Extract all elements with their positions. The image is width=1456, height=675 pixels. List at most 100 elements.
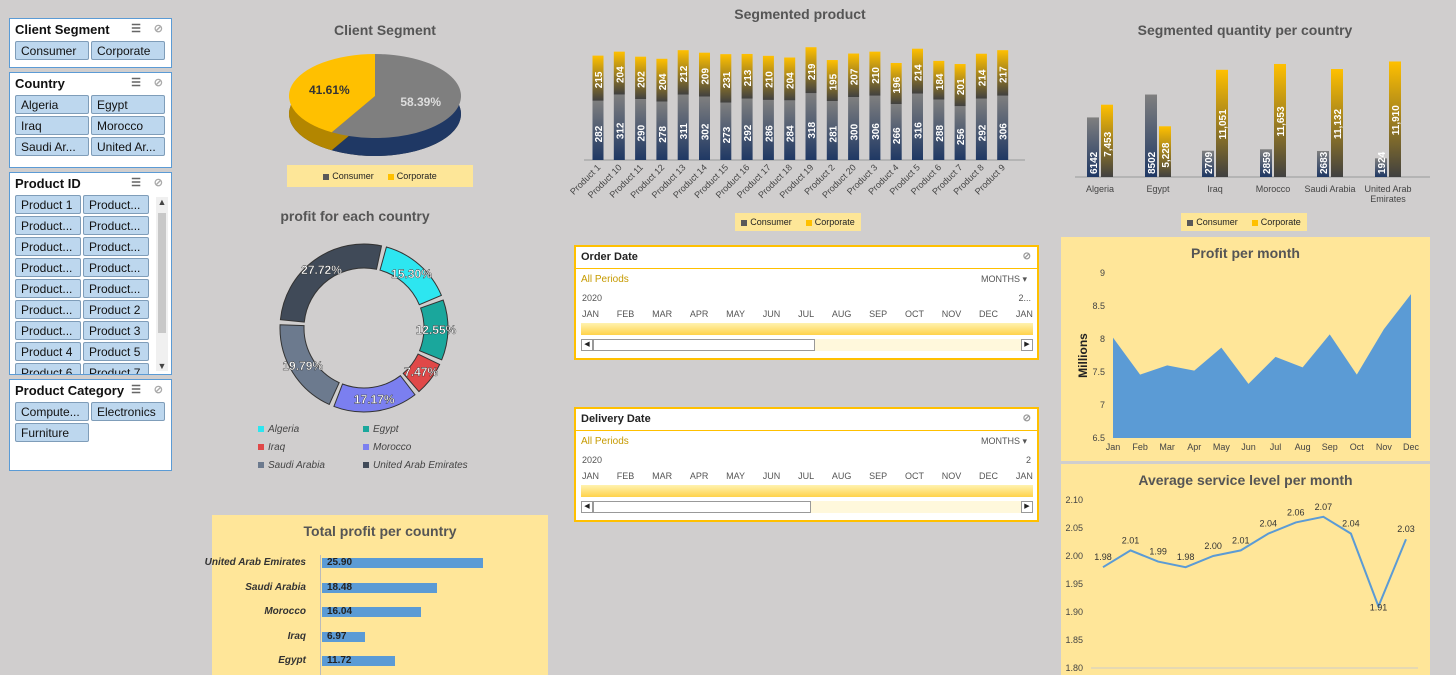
multi-select-icon[interactable]: ☰	[131, 22, 141, 35]
x-tick-label: Egypt	[1146, 184, 1170, 194]
timeline-level-dropdown[interactable]: MONTHS ▾	[981, 274, 1027, 285]
data-label: 292	[743, 124, 754, 141]
y-tick-label: Morocco	[264, 606, 306, 617]
month-label: MAY	[726, 471, 746, 481]
legend-item-consumer: Consumer	[741, 217, 792, 227]
legend-label: Consumer	[750, 217, 792, 227]
data-label: 1.99	[1149, 547, 1167, 557]
clear-filter-icon[interactable]: ⊘	[1023, 413, 1031, 424]
slicer-item[interactable]: Product 4	[15, 342, 81, 361]
scroll-left-icon[interactable]: ◀	[581, 339, 593, 351]
legend: Consumer Corporate	[1181, 213, 1307, 231]
slicer-item[interactable]: Product 1	[15, 195, 81, 214]
slicer-item[interactable]: Product...	[15, 237, 81, 256]
slicer-item[interactable]: Product...	[15, 216, 81, 235]
slicer-item[interactable]: Corporate	[91, 41, 165, 60]
slicer-item[interactable]: United Ar...	[91, 137, 165, 156]
data-label: 306	[999, 123, 1010, 140]
slicer-item[interactable]: Morocco	[91, 116, 165, 135]
slicer-item[interactable]: Product...	[83, 195, 149, 214]
scrollbar-thumb[interactable]	[593, 501, 811, 513]
slicer-item[interactable]: Saudi Ar...	[15, 137, 89, 156]
slicer-item[interactable]: Furniture	[15, 423, 89, 442]
data-label: 12.55%	[416, 323, 457, 337]
slicer-item[interactable]: Product 6	[15, 363, 81, 374]
data-label: 2.01	[1122, 535, 1140, 545]
timeline-year: 2020	[582, 293, 603, 303]
slicer-item[interactable]: Electronics	[91, 402, 165, 421]
scroll-down-icon[interactable]: ▼	[156, 361, 168, 371]
data-label: 16.04	[327, 606, 353, 617]
x-tick-label: Saudi Arabia	[1304, 184, 1355, 194]
slicer-item[interactable]: Compute...	[15, 402, 89, 421]
data-label: 2859	[1262, 151, 1273, 174]
scroll-left-icon[interactable]: ◀	[581, 501, 593, 513]
scrollbar-thumb[interactable]	[593, 339, 815, 351]
clear-filter-icon[interactable]: ⊘	[154, 176, 163, 189]
timeline-selection-bar[interactable]	[581, 485, 1033, 497]
scroll-right-icon[interactable]: ▶	[1021, 339, 1033, 351]
chart-title: Segmented product	[734, 6, 866, 22]
legend-label: Morocco	[373, 442, 412, 453]
segmented-product-chart: 282215Product 1312204Product 10290202Pro…	[570, 47, 1025, 200]
slicer-item[interactable]: Product 3	[83, 321, 149, 340]
slicer-item[interactable]: Egypt	[91, 95, 165, 114]
timeline-title: Order Date	[581, 251, 638, 263]
legend: Consumer Corporate	[287, 165, 473, 187]
y-tick-label: 7.5	[1092, 367, 1105, 377]
slicer-scrollbar[interactable]: ▲ ▼	[156, 197, 168, 371]
slicer-item[interactable]: Iraq	[15, 116, 89, 135]
scroll-right-icon[interactable]: ▶	[1021, 501, 1033, 513]
slicer-item[interactable]: Product...	[83, 237, 149, 256]
dashboard: Client Segment ☰ ⊘ Consumer Corporate Coun…	[0, 0, 1456, 675]
timeline-selection-bar[interactable]	[581, 323, 1033, 335]
slicer-item[interactable]: Consumer	[15, 41, 89, 60]
x-tick-label: Jun	[1241, 442, 1256, 452]
clear-filter-icon[interactable]: ⊘	[1023, 251, 1031, 262]
slicer-item[interactable]: Product...	[15, 300, 81, 319]
slicer-items: Algeria Egypt Iraq Morocco Saudi Ar... U…	[10, 94, 171, 159]
y-tick-label: Egypt	[278, 655, 306, 666]
data-label: 7.47%	[404, 365, 438, 379]
timeline-level-dropdown[interactable]: MONTHS ▾	[981, 436, 1027, 447]
slicer-header: Client Segment ☰ ⊘	[10, 19, 171, 40]
timeline-level-value: MONTHS	[980, 274, 1020, 284]
y-tick-label: 8.5	[1092, 301, 1105, 311]
data-label: 256	[956, 128, 967, 145]
clear-filter-icon[interactable]: ⊘	[154, 76, 163, 89]
multi-select-icon[interactable]: ☰	[131, 176, 141, 189]
slicer-item[interactable]: Product 5	[83, 342, 149, 361]
slicer-item[interactable]: Product...	[83, 258, 149, 277]
bar-row: Iraq 6.97	[212, 629, 542, 645]
scroll-up-icon[interactable]: ▲	[156, 197, 168, 207]
service-level-line-chart: 1.80 1.85 1.90 1.95 2.00 2.05 2.10 1.98 2.01 1.99…	[1065, 495, 1418, 673]
month-label: MAR	[652, 471, 673, 481]
data-label: 1.91	[1370, 602, 1388, 612]
timeline-options: All Periods MONTHS ▾	[576, 269, 1037, 289]
slicer-items: Compute... Electronics Furniture	[10, 401, 171, 445]
legend-swatch	[805, 219, 812, 226]
slicer-item[interactable]: Product...	[83, 216, 149, 235]
data-label: 2.00	[1204, 541, 1222, 551]
scrollbar-thumb[interactable]	[158, 213, 166, 333]
slicer-item[interactable]: Product...	[83, 279, 149, 298]
slicer-item[interactable]: Product 2	[83, 300, 149, 319]
timeline-scrollbar[interactable]: ◀ ▶	[581, 501, 1033, 513]
timeline-scrollbar[interactable]: ◀ ▶	[581, 339, 1033, 351]
slicer-item[interactable]: Algeria	[15, 95, 89, 114]
slicer-item[interactable]: Product 7	[83, 363, 149, 374]
month-label: SEP	[869, 471, 888, 481]
multi-select-icon[interactable]: ☰	[131, 76, 141, 89]
clear-filter-icon[interactable]: ⊘	[154, 383, 163, 396]
slicer-item[interactable]: Product...	[15, 321, 81, 340]
client-segment-pie: 58.39% 41.61%	[289, 54, 462, 156]
slicer-item[interactable]: Product...	[15, 258, 81, 277]
multi-select-icon[interactable]: ☰	[131, 383, 141, 396]
legend-label: Egypt	[373, 424, 399, 435]
chart-title: Client Segment	[334, 22, 436, 38]
data-label: 201	[956, 78, 967, 95]
legend-label: Algeria	[268, 424, 300, 435]
slicer-item[interactable]: Product...	[15, 279, 81, 298]
legend-swatch	[323, 173, 330, 180]
clear-filter-icon[interactable]: ⊘	[154, 22, 163, 35]
